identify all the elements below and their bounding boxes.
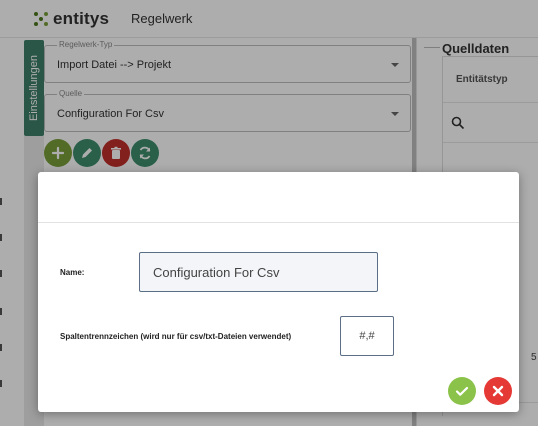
config-dialog: Name: Spaltentrennzeichen (wird nur für … bbox=[38, 172, 519, 412]
name-label: Name: bbox=[60, 268, 85, 277]
cancel-button[interactable] bbox=[484, 377, 512, 405]
separator-label: Spaltentrennzeichen (wird nur für csv/tx… bbox=[60, 332, 292, 341]
check-icon bbox=[455, 386, 469, 396]
dialog-divider bbox=[38, 222, 519, 223]
confirm-button[interactable] bbox=[448, 377, 476, 405]
name-field[interactable] bbox=[139, 252, 378, 292]
close-icon bbox=[492, 385, 504, 397]
separator-field[interactable] bbox=[340, 316, 394, 356]
